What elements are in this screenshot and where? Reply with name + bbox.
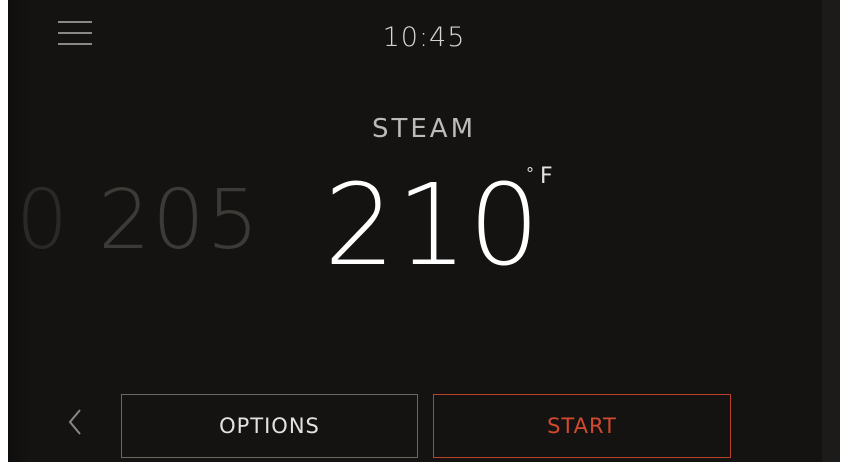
start-button[interactable]: START xyxy=(433,394,731,458)
clock-time: 10:45 xyxy=(382,22,466,53)
degree-symbol: ° xyxy=(526,164,534,183)
options-button-label: OPTIONS xyxy=(219,414,320,438)
options-button[interactable]: OPTIONS xyxy=(121,394,418,458)
temperature-option-partial: 0 xyxy=(16,173,71,268)
start-button-label: START xyxy=(547,414,617,438)
temperature-unit: ° F xyxy=(526,164,553,189)
temperature-option-205: 205 xyxy=(98,173,261,268)
cooking-mode-label: STEAM xyxy=(371,114,477,144)
back-button[interactable] xyxy=(60,402,90,442)
chevron-left-icon xyxy=(68,409,81,435)
screen-bezel-right xyxy=(822,0,840,462)
temperature-selected[interactable]: 210 xyxy=(324,170,541,282)
temperature-option-previous[interactable]: 0 205 xyxy=(16,180,261,262)
oven-display: 10:45 STEAM 0 205 210 ° F OPTIONS START xyxy=(8,0,840,462)
unit-letter: F xyxy=(540,164,553,189)
